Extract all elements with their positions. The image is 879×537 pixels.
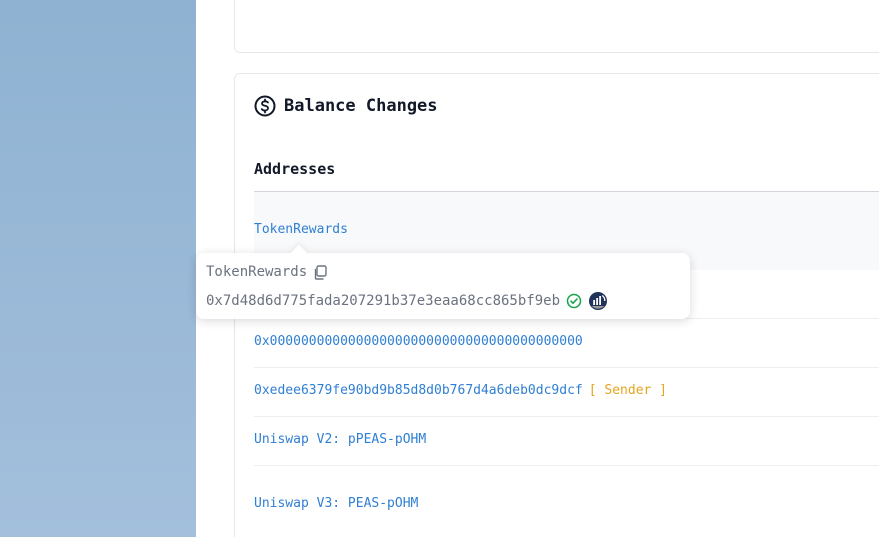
address-link[interactable]: 0x00000000000000000000000000000000000000…: [254, 334, 583, 349]
address-link: 0xedee6379fe90bd9b85d8d0b767d4a6deb0dc9d…: [254, 383, 667, 398]
analytics-icon[interactable]: [588, 291, 608, 311]
section-title: Balance Changes: [254, 93, 438, 119]
table-row: 0xedee6379fe90bd9b85d8d0b767d4a6deb0dc9d…: [254, 368, 879, 416]
tooltip-name: TokenRewards: [206, 264, 308, 280]
dollar-circle-icon: [254, 95, 276, 117]
section-title-text: Balance Changes: [284, 96, 438, 116]
address-link[interactable]: Uniswap V3: PEAS-pOHM: [254, 496, 418, 511]
tooltip-name-line: TokenRewards: [206, 264, 327, 280]
table-row: Uniswap V2: pPEAS-pOHM: [254, 417, 879, 465]
table-row: 0x00000000000000000000000000000000000000…: [254, 319, 879, 367]
previous-card: [234, 0, 879, 53]
address-link[interactable]: TokenRewards: [254, 222, 348, 237]
address-link-text[interactable]: 0xedee6379fe90bd9b85d8d0b767d4a6deb0dc9d…: [254, 383, 583, 398]
address-tooltip: TokenRewards 0x7d48d6d775fada207291b37e3…: [196, 244, 690, 319]
tooltip-address[interactable]: 0x7d48d6d775fada207291b37e3eaa68cc865bf9…: [206, 293, 560, 309]
table-row: Uniswap V3: PEAS-pOHM: [254, 466, 879, 537]
sender-badge: [ Sender ]: [588, 383, 668, 398]
copy-icon[interactable]: [313, 264, 327, 280]
tooltip-address-line: 0x7d48d6d775fada207291b37e3eaa68cc865bf9…: [206, 291, 608, 311]
left-panel-background: [0, 0, 196, 537]
verified-check-icon: [566, 293, 582, 309]
addresses-column-header: Addresses: [254, 160, 336, 178]
address-link[interactable]: Uniswap V2: pPEAS-pOHM: [254, 432, 426, 447]
